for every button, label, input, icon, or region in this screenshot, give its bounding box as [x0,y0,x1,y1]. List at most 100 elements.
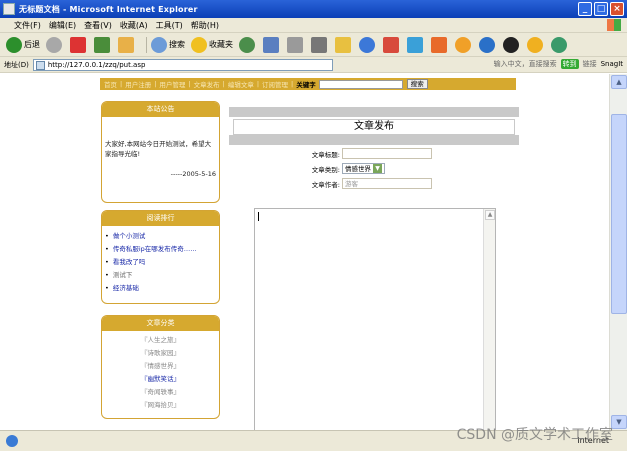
address-search-hint[interactable]: 输入中文，直接搜索 [494,59,557,69]
media-button[interactable] [383,36,401,53]
ranking-list: 做个小测试 传奇私服ip在哪发布传奇…… 看我改了吗 测试下 经济基础 [105,230,216,295]
qq-button[interactable] [503,36,521,53]
nav-register[interactable]: 用户注册 [125,79,151,89]
menu-view[interactable]: 查看(V) [84,20,112,31]
edit-button[interactable] [311,36,329,53]
nav-subscribe[interactable]: 订阅管理 [262,79,288,89]
mail-icon [263,36,279,53]
plugin-icon [479,36,495,53]
home-icon [118,36,134,53]
menu-edit[interactable]: 编辑(E) [49,20,76,31]
ie-status-icon [6,435,18,447]
menu-favorites[interactable]: 收藏(A) [120,20,148,31]
categories-title: 文章分类 [102,316,219,331]
messenger-button[interactable] [359,36,377,53]
nav-home[interactable]: 首页 [104,79,117,89]
plugin-icon [527,36,543,53]
keyword-input[interactable] [318,79,403,89]
category-link[interactable]: 『人生之旅』 [105,334,216,347]
notice-text: 大家好,本网站今日开始测试，希望大家指导光临! [105,140,212,158]
plugin-button-1[interactable] [407,36,425,53]
favorites-label: 收藏夹 [209,40,233,49]
ranking-item[interactable]: 测试下 [105,269,216,282]
plugin-button-6[interactable] [551,36,569,53]
title-bar: 无标题文档 - Microsoft Internet Explorer _ □ … [0,0,627,18]
favorites-button[interactable]: 收藏夹 [191,36,233,53]
folder-button[interactable] [335,36,353,53]
snagit-button[interactable]: SnagIt [601,60,623,68]
nav-user-manage[interactable]: 用户管理 [159,79,185,89]
content-textarea[interactable]: ▲ [254,208,496,430]
type-row: 文章类别: 情感世界 ▼ [304,163,385,174]
stop-button[interactable] [70,36,88,53]
type-label: 文章类别: [311,165,340,174]
close-button[interactable]: × [610,2,624,16]
ranking-item[interactable]: 做个小测试 [105,230,216,243]
ie-page-icon [3,3,15,15]
menu-bar: 文件(F) 编辑(E) 查看(V) 收藏(A) 工具(T) 帮助(H) [0,18,627,33]
search-button[interactable]: 搜索 [151,36,185,53]
back-arrow-icon [6,36,22,53]
plugin-button-2[interactable] [431,36,449,53]
author-input[interactable]: 游客 [342,178,432,189]
nav-edit[interactable]: 编辑文章 [228,79,254,89]
mail-button[interactable] [263,36,281,53]
edit-icon [311,36,327,53]
refresh-icon [94,36,110,53]
search-label: 搜索 [169,40,185,49]
plugin-button-4[interactable] [479,36,497,53]
watermark: CSDN @质文学术工作室 [456,427,613,443]
scrollbar-thumb[interactable] [611,114,627,314]
ranking-item[interactable]: 传奇私服ip在哪发布传奇…… [105,243,216,256]
home-button[interactable] [118,36,136,53]
page-scrollbar[interactable]: ▲ ▼ [609,74,627,430]
scroll-up-icon[interactable]: ▲ [611,75,627,89]
text-caret [258,212,259,221]
plugin-button-3[interactable] [455,36,473,53]
links-label[interactable]: 链接 [583,59,597,69]
menu-tools[interactable]: 工具(T) [156,20,183,31]
author-row: 文章作者: 游客 [304,178,432,189]
form-heading: 文章发布 [233,119,515,135]
ranking-item[interactable]: 经济基础 [105,282,216,295]
title-row: 文章标题: [304,148,432,159]
menu-file[interactable]: 文件(F) [14,20,41,31]
address-right-tools: 输入中文，直接搜索 转到 链接 SnagIt [494,59,623,69]
media-icon [383,36,399,53]
category-link[interactable]: 『幽默笑话』 [105,373,216,386]
plugin-icon [551,36,567,53]
notice-box: 本站公告 大家好,本网站今日开始测试，希望大家指导光临! -----2005-5… [101,101,220,203]
maximize-button[interactable]: □ [594,2,608,16]
scroll-down-icon[interactable]: ▼ [611,415,627,429]
title-input[interactable] [342,148,432,159]
site-nav: 首页 | 用户注册 | 用户管理 | 文章发布 | 编辑文章 | 订阅管理 | 关键字 搜索 [100,78,516,90]
nav-publish[interactable]: 文章发布 [194,79,220,89]
search-icon [151,36,167,53]
back-label: 后退 [24,40,40,49]
address-input[interactable]: http://127.0.0.1/zzq/put.asp [32,58,333,71]
scroll-up-icon[interactable]: ▲ [485,210,495,220]
plugin-button-5[interactable] [527,36,545,53]
ranking-box: 阅读排行 做个小测试 传奇私服ip在哪发布传奇…… 看我改了吗 测试下 经济基础 [101,210,220,304]
site-search-button[interactable]: 搜索 [406,79,428,89]
print-button[interactable] [287,36,305,53]
page-icon [35,60,45,70]
refresh-button[interactable] [94,36,112,53]
penguin-icon [503,36,519,53]
menu-help[interactable]: 帮助(H) [191,20,219,31]
back-button[interactable]: 后退 [6,36,40,53]
category-link[interactable]: 『网海拾贝』 [105,399,216,412]
go-button[interactable]: 转到 [560,59,579,69]
category-link[interactable]: 『诗歌家园』 [105,347,216,360]
textarea-scrollbar[interactable]: ▲ [483,209,495,430]
category-link[interactable]: 『情感世界』 [105,360,216,373]
ranking-item[interactable]: 看我改了吗 [105,256,216,269]
type-select[interactable]: 情感世界 ▼ [342,163,385,174]
toolbar-separator [146,36,147,53]
stop-icon [70,36,86,53]
forward-button[interactable] [46,36,64,53]
history-button[interactable] [239,36,257,53]
minimize-button[interactable]: _ [578,2,592,16]
notice-title: 本站公告 [102,102,219,117]
category-link[interactable]: 『奇闻轶事』 [105,386,216,399]
